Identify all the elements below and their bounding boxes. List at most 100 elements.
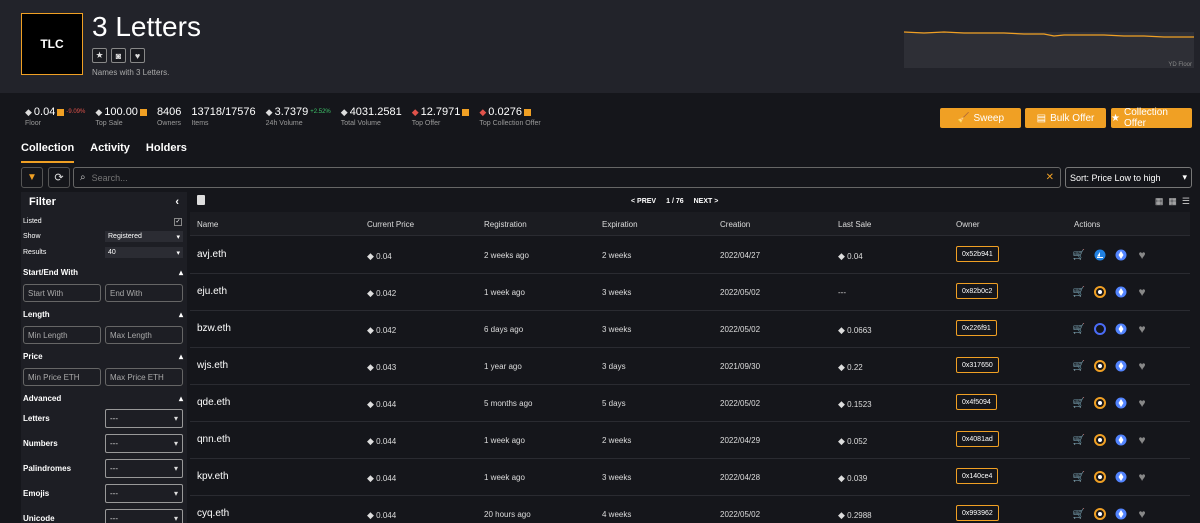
grid-small-icon[interactable]: ▦ — [1168, 196, 1177, 207]
unicode-select[interactable]: --- ▾ — [105, 509, 183, 523]
owner-address[interactable]: 0x140ce4 — [956, 468, 999, 484]
bulk-offer-button[interactable]: ▤ Bulk Offer — [1025, 108, 1106, 128]
cart-icon[interactable]: 🛒 — [1073, 397, 1085, 409]
start-with-input[interactable]: Start With — [23, 284, 101, 302]
sweep-button[interactable]: 🧹 Sweep — [940, 108, 1021, 128]
table-row[interactable]: qde.eth ◆ 0.044 5 months ago 5 days 2022… — [190, 385, 1190, 422]
collection-offer-button[interactable]: ★ Collection Offer — [1111, 107, 1192, 129]
opensea-icon[interactable] — [1094, 249, 1106, 261]
price-section[interactable]: Price ▴ — [23, 352, 183, 361]
domain-name[interactable]: qde.eth — [197, 397, 230, 408]
heart-icon[interactable]: ♥ — [1136, 507, 1148, 521]
looksrare-icon[interactable] — [1094, 508, 1106, 520]
ens-icon[interactable] — [1115, 508, 1127, 520]
min-length-input[interactable]: Min Length — [23, 326, 101, 344]
emojis-select[interactable]: --- ▾ — [105, 484, 183, 503]
ens-icon[interactable] — [1115, 471, 1127, 483]
next-page-button[interactable]: NEXT > — [694, 198, 719, 205]
max-length-input[interactable]: Max Length — [105, 326, 183, 344]
results-select[interactable]: 40 ▾ — [105, 247, 183, 258]
grid-large-icon[interactable]: ▦ — [1155, 196, 1164, 207]
column-header-name[interactable]: Name — [197, 220, 218, 229]
table-row[interactable]: eju.eth ◆ 0.042 1 week ago 3 weeks 2022/… — [190, 274, 1190, 311]
search-input[interactable] — [91, 172, 1040, 183]
prev-page-button[interactable]: < PREV — [631, 198, 656, 205]
palindromes-select[interactable]: --- ▾ — [105, 459, 183, 478]
discord-icon[interactable]: ◙ — [111, 48, 126, 63]
cart-icon[interactable]: 🛒 — [1073, 360, 1085, 372]
owner-address[interactable]: 0x4f5094 — [956, 394, 997, 410]
domain-name[interactable]: qnn.eth — [197, 434, 230, 445]
twitter-icon[interactable]: ♥ — [130, 48, 145, 63]
cart-icon[interactable]: 🛒 — [1073, 323, 1085, 335]
column-header-expiration[interactable]: Expiration — [602, 220, 638, 229]
cart-icon[interactable]: 🛒 — [1073, 286, 1085, 298]
heart-icon[interactable]: ♥ — [1136, 470, 1148, 484]
looksrare-icon[interactable] — [1094, 286, 1106, 298]
column-header-last-sale[interactable]: Last Sale — [838, 220, 871, 229]
column-header-price[interactable]: Current Price — [367, 220, 414, 229]
refresh-button[interactable]: ⟳ — [48, 167, 70, 188]
star-icon[interactable]: ★ — [92, 48, 107, 63]
ens-icon[interactable] — [1115, 323, 1127, 335]
ens-icon[interactable] — [1115, 249, 1127, 261]
owner-address[interactable]: 0x4081ad — [956, 431, 999, 447]
ens-icon[interactable] — [1115, 286, 1127, 298]
domain-name[interactable]: eju.eth — [197, 286, 227, 297]
owner-address[interactable]: 0x226f91 — [956, 320, 997, 336]
listed-checkbox[interactable]: ✓ — [174, 218, 182, 226]
end-with-input[interactable]: End With — [105, 284, 183, 302]
list-icon[interactable]: ☰ — [1182, 196, 1190, 207]
export-file-icon[interactable] — [197, 195, 205, 205]
heart-icon[interactable]: ♥ — [1136, 359, 1148, 373]
owner-address[interactable]: 0x82b0c2 — [956, 283, 999, 299]
column-header-creation[interactable]: Creation — [720, 220, 750, 229]
cart-icon[interactable]: 🛒 — [1073, 249, 1085, 261]
domain-name[interactable]: avj.eth — [197, 249, 226, 260]
heart-icon[interactable]: ♥ — [1136, 433, 1148, 447]
column-header-registration[interactable]: Registration — [484, 220, 527, 229]
start-end-section[interactable]: Start/End With ▴ — [23, 268, 183, 277]
chevron-left-icon[interactable]: ‹ — [175, 196, 179, 208]
table-row[interactable]: qnn.eth ◆ 0.044 1 week ago 2 weeks 2022/… — [190, 422, 1190, 459]
table-row[interactable]: avj.eth ◆ 0.04 2 weeks ago 2 weeks 2022/… — [190, 237, 1190, 274]
clear-icon[interactable]: ✕ — [1046, 172, 1054, 183]
looksrare-icon[interactable] — [1094, 360, 1106, 372]
domain-name[interactable]: kpv.eth — [197, 471, 229, 482]
table-row[interactable]: kpv.eth ◆ 0.044 1 week ago 3 weeks 2022/… — [190, 459, 1190, 496]
numbers-select[interactable]: --- ▾ — [105, 434, 183, 453]
cart-icon[interactable]: 🛒 — [1073, 471, 1085, 483]
looksrare-icon[interactable] — [1094, 434, 1106, 446]
ens-icon[interactable] — [1115, 397, 1127, 409]
advanced-section[interactable]: Advanced ▴ — [23, 394, 183, 403]
ens-icon[interactable] — [1115, 434, 1127, 446]
domain-name[interactable]: cyq.eth — [197, 508, 229, 519]
tab-activity[interactable]: Activity — [90, 142, 130, 163]
owner-address[interactable]: 0x317650 — [956, 357, 999, 373]
domain-name[interactable]: bzw.eth — [197, 323, 231, 334]
owner-address[interactable]: 0x993962 — [956, 505, 999, 521]
table-row[interactable]: bzw.eth ◆ 0.042 6 days ago 3 weeks 2022/… — [190, 311, 1190, 348]
table-row[interactable]: wjs.eth ◆ 0.043 1 year ago 3 days 2021/0… — [190, 348, 1190, 385]
heart-icon[interactable]: ♥ — [1136, 322, 1148, 336]
owner-address[interactable]: 0x52b941 — [956, 246, 999, 262]
show-select[interactable]: Registered ▾ — [105, 231, 183, 242]
sort-select[interactable]: Sort: Price Low to high ▾ — [1065, 167, 1192, 188]
looksrare-icon[interactable] — [1094, 397, 1106, 409]
min-price-input[interactable]: Min Price ETH — [23, 368, 101, 386]
x2y2-icon[interactable] — [1094, 323, 1106, 335]
letters-select[interactable]: --- ▾ — [105, 409, 183, 428]
heart-icon[interactable]: ♥ — [1136, 396, 1148, 410]
max-price-input[interactable]: Max Price ETH — [105, 368, 183, 386]
heart-icon[interactable]: ♥ — [1136, 285, 1148, 299]
cart-icon[interactable]: 🛒 — [1073, 508, 1085, 520]
tab-collection[interactable]: Collection — [21, 142, 75, 163]
looksrare-icon[interactable] — [1094, 471, 1106, 483]
cart-icon[interactable]: 🛒 — [1073, 434, 1085, 446]
ens-icon[interactable] — [1115, 360, 1127, 372]
tab-holders[interactable]: Holders — [146, 142, 187, 163]
heart-icon[interactable]: ♥ — [1136, 248, 1148, 262]
filter-toggle-button[interactable]: ▼ — [21, 167, 43, 188]
length-section[interactable]: Length ▴ — [23, 310, 183, 319]
table-row[interactable]: cyq.eth ◆ 0.044 20 hours ago 4 weeks 202… — [190, 496, 1190, 523]
